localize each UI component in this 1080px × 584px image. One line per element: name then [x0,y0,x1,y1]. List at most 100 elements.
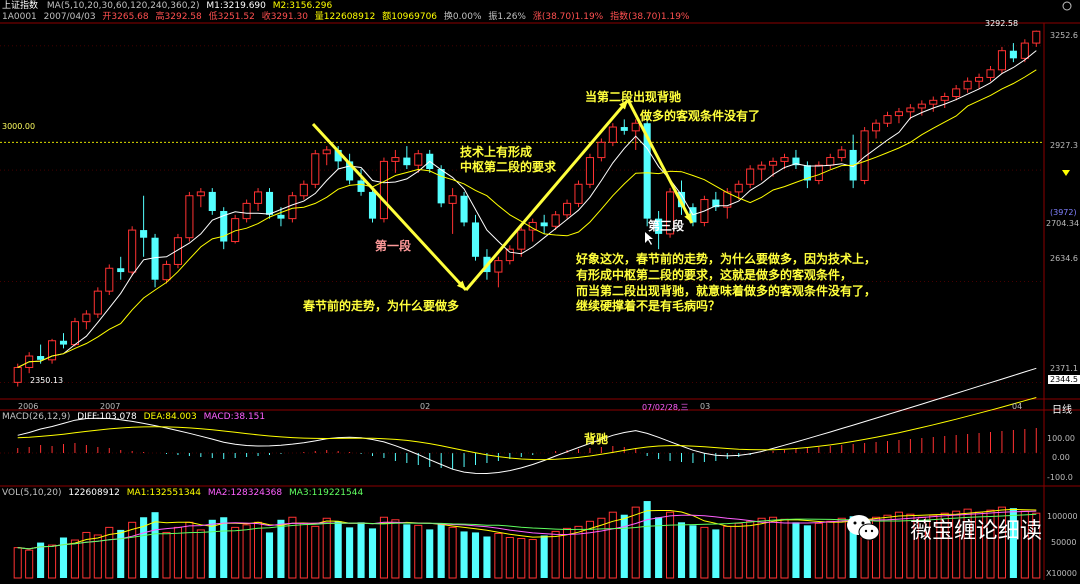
candle-up [93,290,102,315]
volume-bar-down [437,523,445,578]
volume-bar-down [689,525,697,578]
candle-up [414,153,423,166]
volume-bar-down [403,524,411,578]
vol-axis-1: 100000 [1047,512,1078,521]
candle-up [940,96,949,101]
price-label-5: 2371.1 [1050,364,1078,373]
volume-bar-down [643,501,651,578]
vol-axis-3: X10000 [1046,569,1077,578]
volume-bar-up [173,526,182,579]
candle-up [82,313,91,323]
volume-bar-up [826,520,835,579]
candle-down [208,191,216,211]
candle-up [70,321,79,346]
annotation-first-segment: 第一段 [375,239,412,253]
candle-down [471,222,480,257]
index-title[interactable]: 上证指数 [2,1,38,11]
volume-bar-up [563,527,572,579]
volume-bar-down [117,529,125,578]
date-label-2006: 2006 [18,402,39,411]
volume-bar-up [311,525,320,579]
volume-bar-up [13,547,22,579]
candle-up [929,99,938,105]
candle-up [128,229,137,273]
volume-bar-down [265,532,274,578]
volume-bar-up [414,524,423,579]
volume-bar-up [894,511,903,579]
macd-divergence-note: 背驰 [584,432,609,446]
volume-bar-down [208,519,216,578]
candle-up [1020,42,1029,59]
annotation-paragraph-2: 有形成中枢第二段的要求，这就是做多的客观条件， [576,268,853,282]
candle-up [585,157,594,185]
annotation-no-long: 做多的客观条件没有了 [640,109,761,123]
volume-bar-up [185,521,194,579]
volume-bar-down [59,537,68,578]
candle-up [322,149,331,155]
index-code: 1A0001 [2,12,37,22]
volume-bar-up [883,514,892,579]
candle-up [906,107,915,113]
volume-bar-up [288,516,297,579]
volume-bar-down [712,529,720,578]
annotation-third-segment: 第三段 [648,219,685,233]
annotation-pre-festival: 春节前的走势，为什么要做多 [303,299,460,313]
candle-up [608,126,617,143]
volume-bar-down [655,517,663,578]
candle-up [551,214,560,227]
vol-title[interactable]: VOL(5,10,20) [2,488,61,498]
period-label[interactable]: 日线 [1052,401,1072,416]
low-label: 2350.13 [30,376,64,385]
ma5-line [17,50,1037,368]
candle-up [105,267,114,292]
volume-bar-up [551,530,560,579]
vol-axis-2: 50000 [1051,538,1077,547]
volume-bar-down [803,525,811,578]
chart-stage[interactable]: 上证指数 MA(5,10,20,30,60,120,240,360,2) M1:… [0,0,1080,580]
candle-up [975,76,984,82]
candle-down [37,356,45,360]
volume-bar-down [357,522,365,578]
candle-up [872,122,881,132]
candle-up [162,263,171,281]
volume-bar-up [734,522,743,579]
candle-up [391,157,400,162]
price-label-3: 2704.34 [1046,219,1080,228]
candle-up [963,80,972,90]
date-label-2007: 2007 [100,402,121,411]
level-3000-label: 3000.00 [2,122,36,131]
volume-bar-down [460,531,468,578]
volume-bar-up [666,511,675,579]
volume-bar-up [196,529,205,579]
volume-bar-down [792,522,800,578]
candle-down [140,230,148,238]
header-line-2: 1A0001 2007/04/03 开3265.68 高3292.58 低325… [2,12,690,23]
vol-ma2: MA2:128324368 [207,488,283,498]
macd-value: MACD:38.151 [203,412,266,422]
candle-up [505,248,514,262]
date-label-03: 03 [700,402,711,411]
annotation-paragraph-4: 继续硬撑着不是有毛病吗？ [576,299,721,313]
candle-up [288,195,297,220]
candle-up [780,157,789,162]
volume-bar-down [540,535,548,578]
macd-dea: DEA:84.003 [143,412,197,422]
volume-bar-up [242,524,251,579]
volume-bar-up [48,544,57,579]
vol-value: 122608912 [68,488,120,498]
macd-title[interactable]: MACD(26,12,9) [2,412,70,422]
volume-bar-up [769,516,778,579]
quote-high: 高3292.58 [155,12,202,22]
candle-up [597,141,606,159]
volume-bar-up [391,519,400,579]
candle-up [746,168,755,185]
candle-up [311,153,320,185]
volume-bar-down [277,519,285,578]
candle-up [185,195,194,239]
volume-bar-up [231,526,240,579]
wechat-icon [847,515,880,541]
vol-header: VOL(5,10,20) 122608912 MA1:132551344 MA2… [2,488,363,499]
candle-up [917,103,926,109]
candle-up [494,260,503,273]
candle-down [1009,50,1017,59]
